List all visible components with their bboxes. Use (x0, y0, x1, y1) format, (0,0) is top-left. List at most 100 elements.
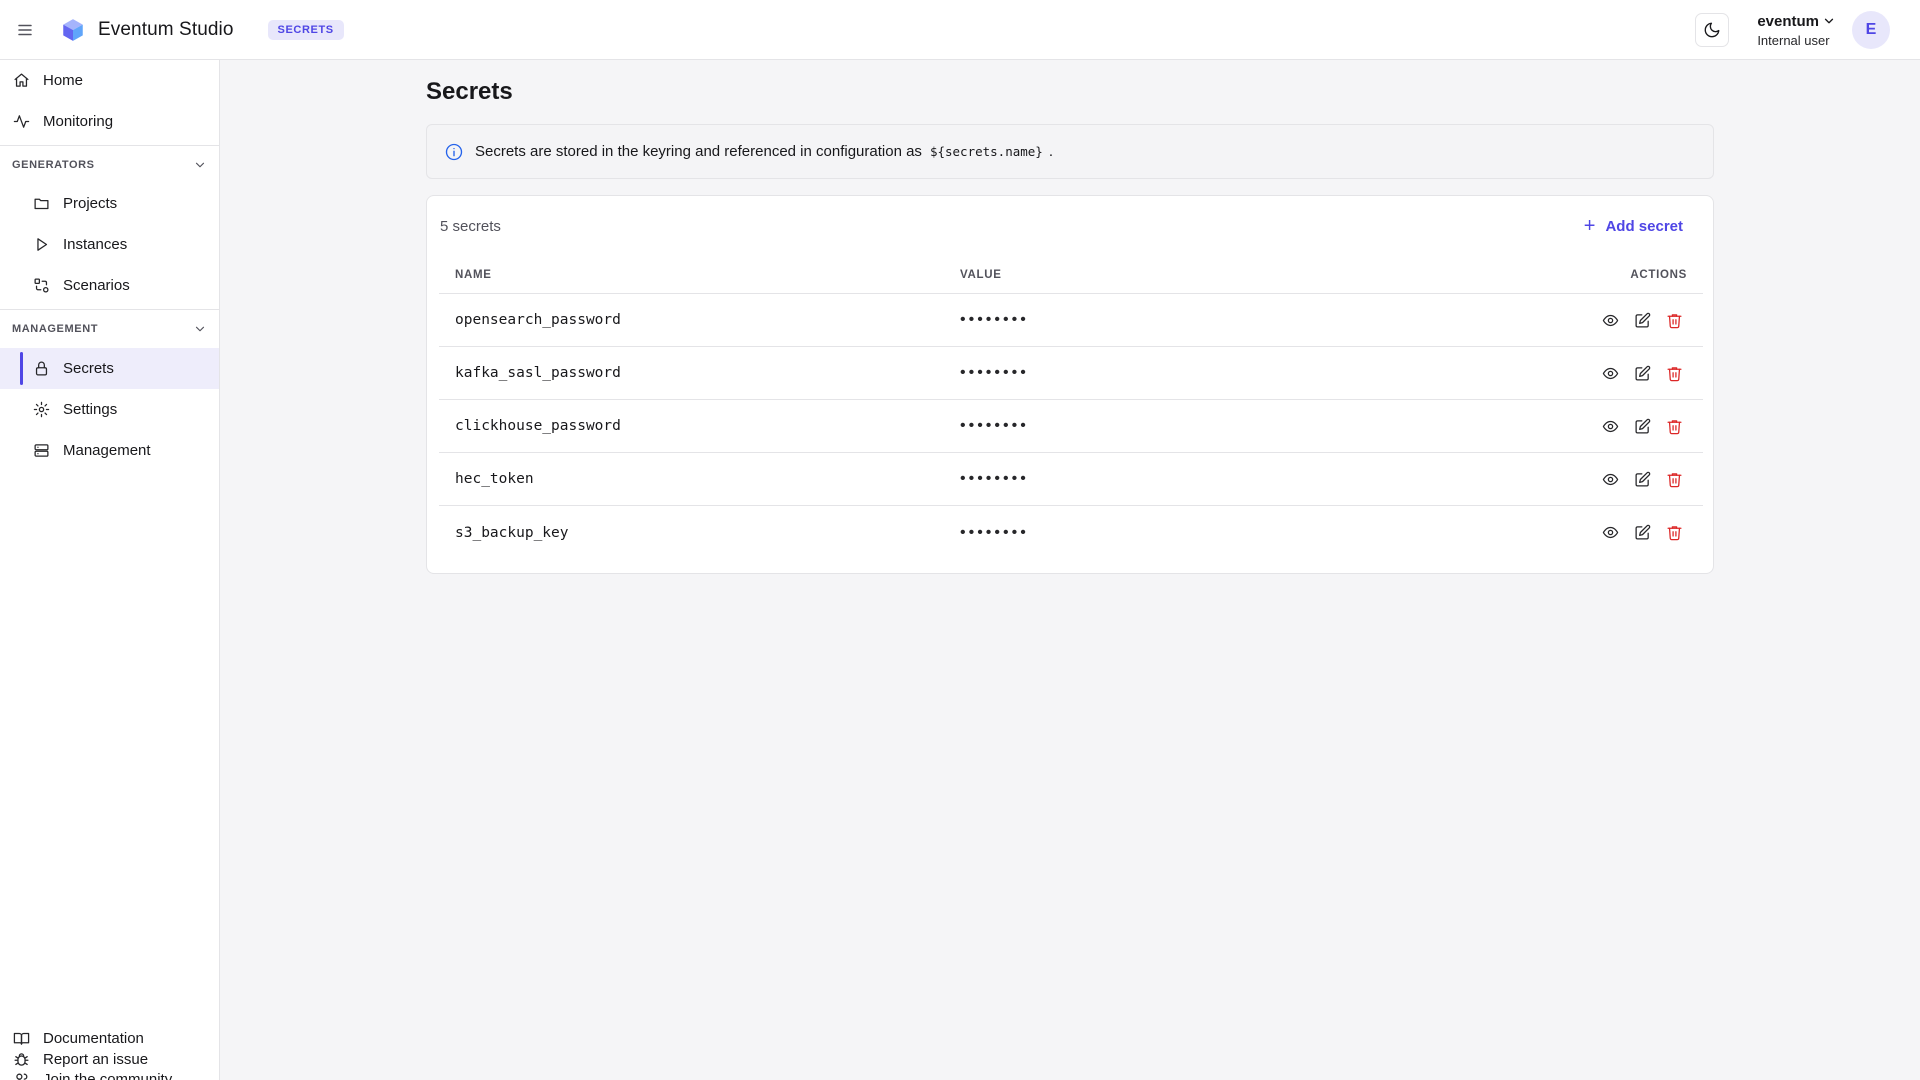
lock-icon (32, 360, 50, 378)
user-role: Internal user (1757, 32, 1830, 48)
group-header-management[interactable]: MANAGEMENT (0, 309, 219, 349)
trash-icon (1666, 526, 1682, 541)
edit-icon (1634, 471, 1650, 487)
chevron-down-icon (195, 326, 205, 332)
sidebar-item-report-issue[interactable]: Report an issue (0, 1039, 219, 1080)
add-secret-button[interactable]: + Add secret (1584, 210, 1683, 242)
cube-logo (63, 18, 83, 41)
sidebar-item-label: Scenarios (63, 277, 130, 294)
table-row: clickhouse_password •••••••• (439, 400, 1703, 453)
trash-icon (1666, 313, 1682, 328)
delete-secret-button[interactable] (1665, 470, 1683, 488)
info-banner: Secrets are stored in the keyring and re… (426, 124, 1714, 179)
show-secret-button[interactable] (1601, 524, 1619, 542)
edit-icon (1634, 312, 1650, 328)
activity-icon (12, 113, 30, 131)
user-menu[interactable]: eventum Internal user (1757, 13, 1836, 48)
info-icon (445, 143, 463, 160)
eye-icon (1602, 420, 1618, 432)
sidebar-item-instances[interactable]: Instances (0, 224, 219, 265)
delete-secret-button[interactable] (1665, 417, 1683, 435)
sidebar-item-label: Management (63, 442, 151, 459)
delete-secret-button[interactable] (1665, 364, 1683, 382)
secret-name: hec_token (455, 471, 534, 487)
delete-secret-button[interactable] (1665, 311, 1683, 329)
group-title: GENERATORS (12, 159, 95, 171)
trash-icon (1666, 419, 1682, 434)
gear-icon (32, 401, 50, 419)
folder-icon (32, 195, 50, 213)
edit-secret-button[interactable] (1633, 364, 1651, 382)
secret-value-masked: •••••••• (960, 523, 1029, 541)
show-secret-button[interactable] (1601, 364, 1619, 382)
edit-secret-button[interactable] (1633, 417, 1651, 435)
column-header-actions: ACTIONS (1630, 268, 1687, 281)
top-bar: Eventum Studio SECRETS eventum Internal … (0, 0, 1920, 60)
avatar[interactable]: E (1852, 11, 1890, 49)
sidebar-item-secrets[interactable]: Secrets (0, 348, 219, 389)
sidebar-item-label: Settings (63, 401, 118, 418)
sidebar-item-home[interactable]: Home (0, 60, 219, 101)
edit-secret-button[interactable] (1633, 311, 1651, 329)
sidebar-item-scenarios[interactable]: Scenarios (0, 265, 219, 306)
secrets-table: NAME VALUE ACTIONS opensearch_password •… (439, 256, 1703, 559)
plus-icon: + (1583, 215, 1596, 237)
eye-icon (1602, 367, 1618, 379)
app-title: Eventum Studio (98, 18, 234, 40)
secret-value-masked: •••••••• (960, 311, 1029, 328)
eye-icon (1602, 526, 1618, 539)
secret-value-masked: •••••••• (960, 470, 1029, 487)
chevron-down-icon (1824, 18, 1834, 24)
sidebar-item-settings[interactable]: Settings (0, 389, 219, 430)
info-code: ${secrets.name} (929, 144, 1043, 159)
route-icon (32, 277, 50, 295)
table-header: NAME VALUE ACTIONS (439, 256, 1703, 294)
sidebar-item-label: Home (43, 72, 84, 89)
sidebar-item-management[interactable]: Management (0, 430, 219, 471)
show-secret-button[interactable] (1601, 470, 1619, 488)
sidebar-item-projects[interactable]: Projects (0, 183, 219, 224)
eye-icon (1602, 314, 1618, 326)
table-row: opensearch_password •••••••• (439, 294, 1703, 347)
page-title: Secrets (426, 78, 513, 105)
row-actions (1601, 524, 1683, 542)
column-header-name: NAME (455, 268, 492, 281)
server-icon (32, 442, 50, 460)
group-header-generators[interactable]: GENERATORS (0, 145, 219, 185)
edit-icon (1634, 524, 1650, 540)
secret-name: clickhouse_password (455, 418, 621, 434)
show-secret-button[interactable] (1601, 417, 1619, 435)
section-badge: SECRETS (267, 19, 344, 40)
row-actions (1601, 364, 1683, 382)
edit-secret-button[interactable] (1633, 524, 1651, 542)
row-actions (1601, 470, 1683, 488)
theme-toggle-button[interactable] (1695, 13, 1730, 47)
user-name: eventum (1757, 12, 1819, 30)
sidebar: Home Monitoring GENERATORS Projects Inst… (0, 60, 220, 1080)
show-secret-button[interactable] (1601, 311, 1619, 329)
home-icon (12, 72, 30, 90)
edit-icon (1634, 418, 1650, 434)
edit-icon (1634, 365, 1650, 381)
table-row: hec_token •••••••• (439, 453, 1703, 506)
sidebar-item-label: Secrets (63, 360, 114, 377)
delete-secret-button[interactable] (1665, 524, 1683, 542)
sidebar-item-label: Monitoring (43, 113, 114, 130)
eye-icon (1602, 473, 1618, 485)
info-suffix: . (1048, 143, 1053, 160)
secret-name: opensearch_password (455, 312, 621, 328)
secret-value-masked: •••••••• (960, 364, 1029, 381)
secret-name: kafka_sasl_password (455, 365, 621, 381)
table-row: kafka_sasl_password •••••••• (439, 347, 1703, 400)
edit-secret-button[interactable] (1633, 470, 1651, 488)
group-title: MANAGEMENT (12, 323, 99, 335)
secret-name: s3_backup_key (455, 524, 569, 541)
secrets-card: 5 secrets + Add secret NAME VALUE ACTION… (426, 195, 1714, 574)
bug-icon (12, 1051, 30, 1069)
trash-icon (1666, 366, 1682, 381)
column-header-value: VALUE (960, 268, 1002, 281)
row-actions (1601, 417, 1683, 435)
menu-icon[interactable] (13, 18, 37, 42)
sidebar-item-label: Projects (63, 195, 118, 212)
sidebar-item-monitoring[interactable]: Monitoring (0, 101, 219, 142)
